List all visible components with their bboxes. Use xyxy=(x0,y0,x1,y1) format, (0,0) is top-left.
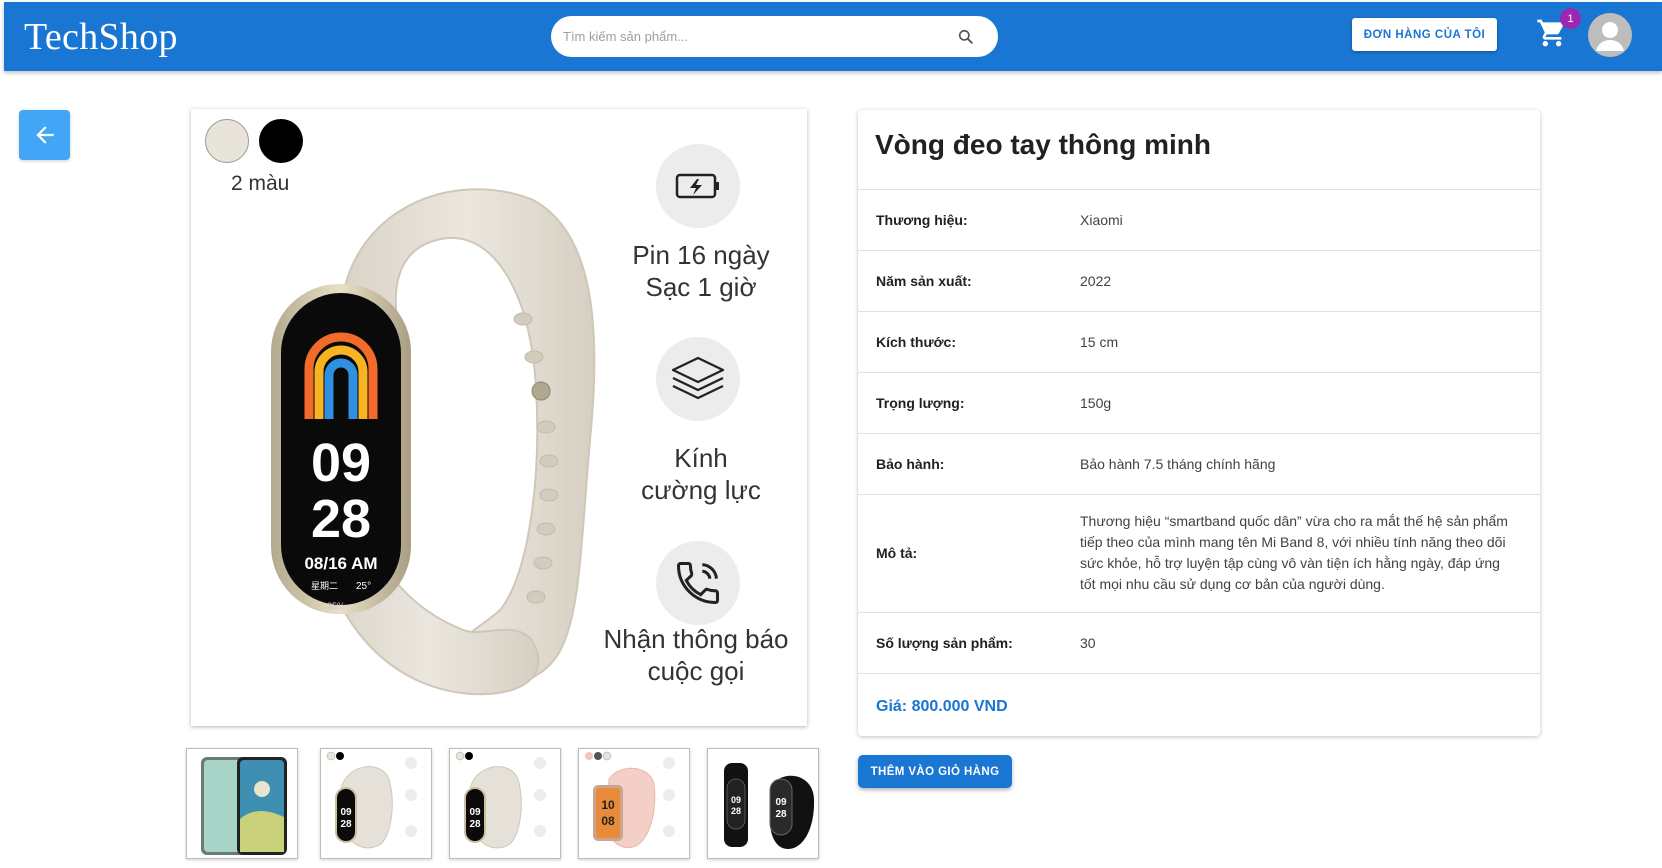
search-icon[interactable] xyxy=(956,27,976,47)
spec-label: Thương hiệu: xyxy=(876,212,968,228)
watch-battery: 85% xyxy=(327,601,345,611)
spec-row-weight: Trọng lượng: 150g xyxy=(858,373,1540,434)
thumbnail-2[interactable]: 09 28 xyxy=(320,748,432,859)
spec-row-brand: Thương hiệu: Xiaomi xyxy=(858,190,1540,251)
svg-text:09: 09 xyxy=(469,807,481,818)
spec-label: Mô tả: xyxy=(876,545,918,561)
feature-battery-line1: Pin 16 ngày xyxy=(632,240,770,270)
spec-label: Năm sản xuất: xyxy=(876,273,972,289)
watch-temp: 25° xyxy=(356,581,371,592)
my-orders-button[interactable]: ĐƠN HÀNG CỦA TÔI xyxy=(1352,18,1497,51)
watch-day: 星期二 xyxy=(311,581,338,592)
spec-row-year: Năm sản xuất: 2022 xyxy=(858,251,1540,312)
spec-row-size: Kích thước: 15 cm xyxy=(858,312,1540,373)
thumbnail-5[interactable]: 09 28 09 28 xyxy=(707,748,819,859)
battery-icon xyxy=(656,144,740,228)
back-button[interactable] xyxy=(19,110,70,160)
spec-label: Trọng lượng: xyxy=(876,395,965,411)
main-product-image[interactable]: 2 màu 09 28 08/16 AM 星期二 25° 85% Pin 16 … xyxy=(191,109,807,726)
spec-value: 150g xyxy=(1080,395,1112,411)
search-box[interactable] xyxy=(551,16,998,57)
svg-text:09: 09 xyxy=(340,807,352,818)
watch-minutes: 28 xyxy=(311,489,371,549)
thumbnail-3[interactable]: 09 28 xyxy=(449,748,561,859)
search-input[interactable] xyxy=(563,24,943,48)
svg-text:28: 28 xyxy=(340,819,352,830)
product-price: Giá: 800.000 VND xyxy=(876,698,1008,715)
svg-text:09: 09 xyxy=(775,797,787,808)
spec-value: Xiaomi xyxy=(1080,212,1123,228)
color-swatch-black xyxy=(259,119,303,163)
watch-date: 08/16 AM xyxy=(304,554,377,573)
feature-call-line2: cuộc gọi xyxy=(647,656,745,686)
cart-count-badge: 1 xyxy=(1560,8,1581,29)
feature-battery-line2: Sạc 1 giờ xyxy=(645,272,757,302)
svg-text:28: 28 xyxy=(731,806,741,816)
watch-hours: 09 xyxy=(311,433,371,493)
spec-row-quantity: Số lượng sản phẩm: 30 xyxy=(858,613,1540,674)
spec-label: Bảo hành: xyxy=(876,456,945,472)
layers-icon xyxy=(656,337,740,421)
add-to-cart-button[interactable]: THÊM VÀO GIỎ HÀNG xyxy=(858,755,1012,788)
product-info-card: Vòng đeo tay thông minh Thương hiệu: Xia… xyxy=(858,110,1540,736)
arrow-left-icon xyxy=(35,126,54,144)
color-swatch-ivory xyxy=(205,119,249,163)
phone-call-icon xyxy=(656,541,740,625)
svg-text:28: 28 xyxy=(469,819,481,830)
spec-row-description: Mô tả: Thương hiệu “smartband quốc dân” … xyxy=(858,495,1540,613)
logo[interactable]: TechShop xyxy=(24,15,178,59)
thumbnail-1[interactable] xyxy=(186,748,298,859)
feature-glass-line2: cường lực xyxy=(641,475,761,505)
account-circle-icon[interactable] xyxy=(1588,13,1632,57)
feature-glass-text: Kính cường lực xyxy=(616,442,786,506)
thumbnail-4[interactable]: 10 08 xyxy=(578,748,690,859)
spec-label: Kích thước: xyxy=(876,334,956,350)
spec-value: Bảo hành 7.5 tháng chính hãng xyxy=(1080,456,1276,472)
spec-description: Thương hiệu “smartband quốc dân” vừa cho… xyxy=(1080,513,1508,592)
product-title: Vòng đeo tay thông minh xyxy=(875,129,1211,160)
smart-band-illustration: 09 28 08/16 AM 星期二 25° 85% xyxy=(271,188,596,696)
feature-battery-text: Pin 16 ngày Sạc 1 giờ xyxy=(616,239,786,303)
spec-row-warranty: Bảo hành: Bảo hành 7.5 tháng chính hãng xyxy=(858,434,1540,495)
spec-label: Số lượng sản phẩm: xyxy=(876,635,1013,651)
spec-value: 30 xyxy=(1080,635,1096,651)
svg-text:09: 09 xyxy=(731,795,741,805)
feature-glass-line1: Kính xyxy=(674,443,728,473)
svg-text:10: 10 xyxy=(601,798,615,812)
svg-text:28: 28 xyxy=(775,809,787,820)
spec-value: 2022 xyxy=(1080,273,1112,289)
spec-value: 15 cm xyxy=(1080,334,1119,350)
svg-text:08: 08 xyxy=(601,814,615,828)
feature-call-text: Nhận thông báo cuộc gọi xyxy=(591,623,801,687)
feature-call-line1: Nhận thông báo xyxy=(603,624,789,654)
